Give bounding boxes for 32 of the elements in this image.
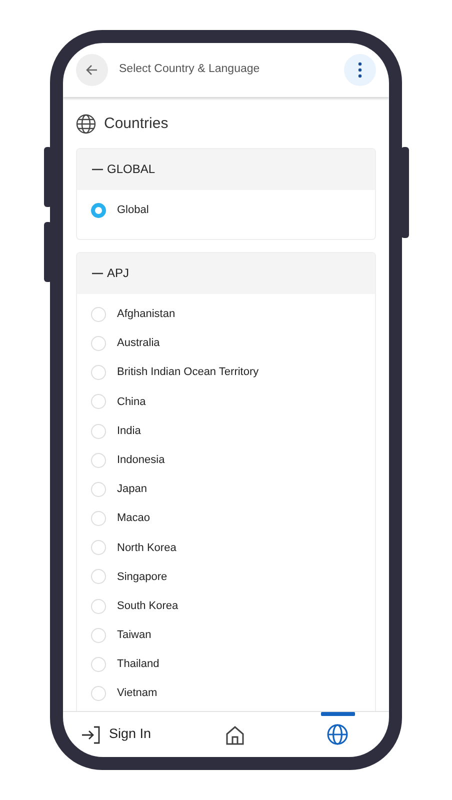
country-name[interactable]: Global xyxy=(117,202,149,218)
group-title: APJ xyxy=(107,265,130,282)
group-title: GLOBAL xyxy=(107,161,156,178)
group-header[interactable]: GLOBAL xyxy=(77,148,375,190)
country-name[interactable]: Macao xyxy=(117,510,150,527)
country-name[interactable]: Taiwan xyxy=(117,627,152,644)
sign-in-button[interactable]: Sign In xyxy=(63,712,184,757)
country-name[interactable]: Vietnam xyxy=(117,685,158,702)
country-name[interactable]: China xyxy=(117,394,146,410)
back-button[interactable] xyxy=(76,54,108,86)
header-title: Select Country & Language xyxy=(119,62,261,78)
active-indicator xyxy=(320,712,355,716)
home-icon xyxy=(225,724,245,744)
country-name[interactable]: Singapore xyxy=(117,568,168,586)
menu-button[interactable] xyxy=(344,54,376,86)
country-name[interactable]: Australia xyxy=(117,335,160,352)
back-arrow-icon xyxy=(85,63,99,77)
globe-icon xyxy=(327,724,348,745)
country-name[interactable]: Indonesia xyxy=(117,452,165,468)
country-name[interactable]: Japan xyxy=(117,481,147,498)
country-name[interactable]: Afghanistan xyxy=(117,306,176,323)
country-name[interactable]: South Korea xyxy=(117,598,178,614)
sign-in-icon xyxy=(81,726,101,744)
radio-button[interactable] xyxy=(91,202,106,218)
country-name[interactable]: North Korea xyxy=(117,540,176,556)
globe-icon xyxy=(76,114,96,134)
country-name[interactable]: India xyxy=(117,422,141,440)
group-header[interactable]: APJ xyxy=(77,252,375,294)
more-icon xyxy=(358,62,362,78)
section-title: Countries xyxy=(104,114,168,134)
country-name[interactable]: Thailand xyxy=(117,656,160,673)
country-name[interactable]: British Indian Ocean Territory xyxy=(117,364,259,381)
